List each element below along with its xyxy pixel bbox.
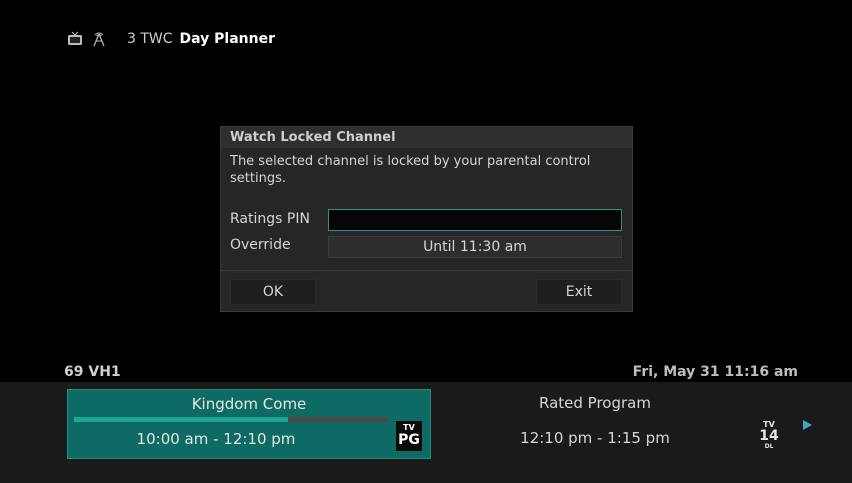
next-program-cell[interactable]: Rated Program 12:10 pm - 1:15 pm	[445, 389, 745, 459]
override-select[interactable]: Until 11:30 am	[328, 236, 622, 258]
program-progress-fill	[74, 417, 288, 422]
current-program-title: Kingdom Come	[191, 395, 307, 413]
override-label: Override	[230, 237, 291, 253]
locked-channel-dialog: Watch Locked Channel The selected channe…	[220, 126, 633, 312]
dialog-message: The selected channel is locked by your p…	[230, 154, 591, 186]
current-program-cell[interactable]: Kingdom Come 10:00 am - 12:10 pm TV PG	[67, 389, 431, 459]
top-bar: 3 TWC Day Planner	[67, 29, 275, 49]
rating-badge: TV PG	[396, 421, 422, 451]
tv-icon	[68, 31, 82, 45]
current-channel: 69 VH1	[64, 364, 121, 380]
ok-button[interactable]: OK	[230, 279, 316, 305]
next-rating-value: 14	[759, 428, 779, 444]
next-rating-badge: TV 14 DL	[758, 420, 780, 452]
date-time: Fri, May 31 11:16 am	[632, 364, 798, 380]
program-progress-bar	[74, 417, 388, 422]
ratings-pin-input[interactable]	[328, 209, 622, 231]
next-program-time: 12:10 pm - 1:15 pm	[520, 429, 670, 447]
dialog-divider	[221, 270, 632, 271]
rating-value: PG	[398, 432, 420, 448]
rating-tv-label: TV	[403, 423, 415, 432]
next-arrow-icon[interactable]	[801, 419, 813, 431]
current-program-time: 10:00 am - 12:10 pm	[136, 430, 296, 448]
tv-guide-screen: 3 TWC Day Planner Watch Locked Channel T…	[0, 0, 852, 483]
ratings-pin-label: Ratings PIN	[230, 211, 310, 227]
exit-button[interactable]: Exit	[536, 279, 622, 305]
dialog-title: Watch Locked Channel	[221, 127, 632, 148]
next-rating-sub: DL	[764, 443, 774, 450]
antenna-icon	[93, 32, 105, 47]
header-channel: 3 TWC	[127, 31, 173, 47]
next-program-title: Rated Program	[539, 394, 651, 412]
page-title: Day Planner	[179, 31, 276, 47]
